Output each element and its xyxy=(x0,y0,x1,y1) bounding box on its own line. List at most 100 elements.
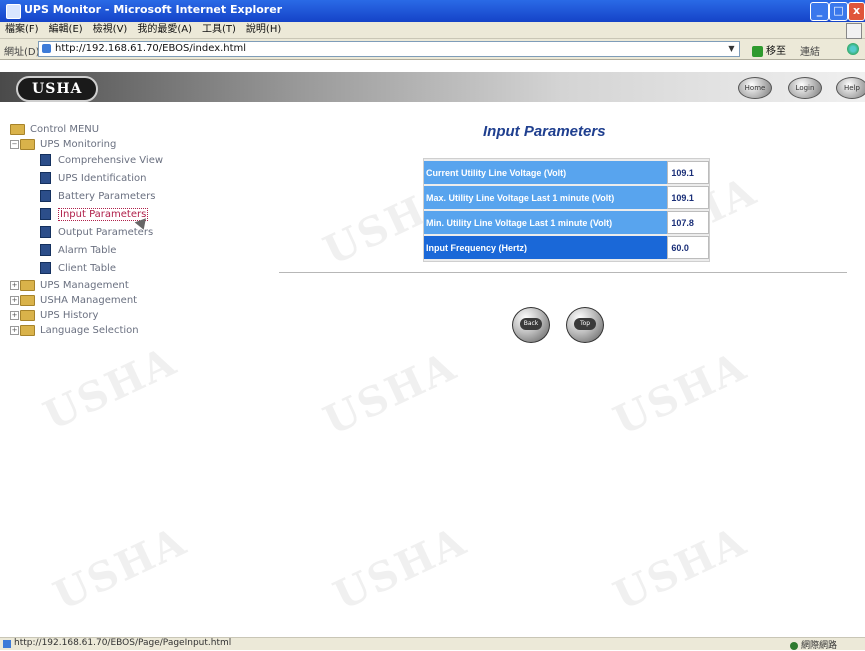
usha-watermark: USHA xyxy=(316,342,464,445)
input-parameters-table: Current Utility Line Voltage (Volt) 109.… xyxy=(423,158,710,262)
expand-icon[interactable]: + xyxy=(10,295,19,305)
zone-label: 網際網路 xyxy=(801,641,838,651)
help-icon: Help xyxy=(844,84,860,92)
menu-favorites[interactable]: 我的最愛(A) xyxy=(132,22,197,38)
tree-item-comprehensive-view[interactable]: Comprehensive View xyxy=(10,152,260,170)
tree-item-ups-identification[interactable]: UPS Identification xyxy=(10,170,260,188)
table-row: Min. Utility Line Voltage Last 1 minute … xyxy=(424,211,709,234)
folder-icon xyxy=(20,309,35,321)
tree-item-client-table[interactable]: Client Table xyxy=(10,260,260,278)
tree-group-ups-management[interactable]: + UPS Management xyxy=(10,278,260,293)
window-title: UPS Monitor - Microsoft Internet Explore… xyxy=(24,3,283,16)
tree-group-label: Language Selection xyxy=(40,325,139,336)
status-bar: http://192.168.61.70/EBOS/Page/PageInput… xyxy=(0,637,865,651)
param-label: Min. Utility Line Voltage Last 1 minute … xyxy=(424,211,668,234)
tree-item-label: UPS Identification xyxy=(58,173,147,184)
page-icon xyxy=(40,154,51,166)
folder-icon xyxy=(20,279,35,291)
tree-group-label: UPS Monitoring xyxy=(40,139,117,150)
param-value: 109.1 xyxy=(667,186,709,209)
page-banner: USHA Home Login Help xyxy=(0,72,865,102)
home-icon: Home xyxy=(744,84,766,92)
tree-item-label: Battery Parameters xyxy=(58,191,156,202)
param-value: 107.8 xyxy=(667,211,709,234)
usha-watermark: USHA xyxy=(606,342,754,445)
help-button[interactable]: Help xyxy=(836,77,865,99)
tree-group-label: UPS History xyxy=(40,310,99,321)
address-bar: 網址(D) http://192.168.61.70/EBOS/index.ht… xyxy=(0,39,865,60)
logo-text: USHA xyxy=(32,81,83,97)
close-button[interactable]: x xyxy=(848,2,865,21)
status-url: http://192.168.61.70/EBOS/Page/PageInput… xyxy=(14,638,232,648)
ie-app-icon xyxy=(6,4,21,19)
menu-help[interactable]: 說明(H) xyxy=(241,22,286,38)
table-row: Max. Utility Line Voltage Last 1 minute … xyxy=(424,186,709,209)
tree-item-alarm-table[interactable]: Alarm Table xyxy=(10,242,260,260)
page-icon xyxy=(40,226,51,238)
login-icon: Login xyxy=(795,84,815,92)
page-icon xyxy=(40,244,51,256)
back-button[interactable]: Back xyxy=(512,307,550,343)
security-zone: 網際網路 xyxy=(790,638,837,651)
login-button[interactable]: Login xyxy=(788,77,822,99)
top-icon: Top xyxy=(574,318,596,330)
page-icon xyxy=(40,208,51,220)
menu-file[interactable]: 檔案(F) xyxy=(0,22,44,38)
tree-item-battery-parameters[interactable]: Battery Parameters xyxy=(10,188,260,206)
usha-watermark: USHA xyxy=(606,517,754,620)
tree-group-language-selection[interactable]: + Language Selection xyxy=(10,323,260,338)
expand-icon[interactable]: + xyxy=(10,325,19,335)
page-icon xyxy=(40,190,51,202)
folder-open-icon xyxy=(20,138,35,150)
usha-watermark: USHA xyxy=(36,337,184,440)
menu-tools[interactable]: 工具(T) xyxy=(197,22,241,38)
usha-watermark: USHA xyxy=(46,517,194,620)
toolbar-extension-icon[interactable] xyxy=(847,43,859,55)
menu-edit[interactable]: 編輯(E) xyxy=(44,22,88,38)
tree-group-ups-monitoring[interactable]: − UPS Monitoring xyxy=(10,137,260,152)
links-button[interactable]: 連結 xyxy=(800,43,820,58)
minimize-button[interactable]: _ xyxy=(810,2,829,21)
tree-item-label: Input Parameters xyxy=(58,208,149,221)
table-row: Current Utility Line Voltage (Volt) 109.… xyxy=(424,161,709,184)
maximize-button[interactable]: □ xyxy=(829,2,848,21)
folder-icon xyxy=(10,123,25,135)
param-label: Current Utility Line Voltage (Volt) xyxy=(424,161,668,184)
back-icon: Back xyxy=(520,318,542,330)
home-button[interactable]: Home xyxy=(738,77,772,99)
address-input[interactable]: http://192.168.61.70/EBOS/index.html ▼ xyxy=(38,41,740,57)
tree-group-usha-management[interactable]: + USHA Management xyxy=(10,293,260,308)
expand-icon[interactable]: + xyxy=(10,280,19,290)
windows-logo-icon xyxy=(846,23,862,39)
address-url: http://192.168.61.70/EBOS/index.html xyxy=(55,43,247,54)
menu-bar: 檔案(F) 編輯(E) 檢視(V) 我的最愛(A) 工具(T) 說明(H) xyxy=(0,22,865,39)
go-label: 移至 xyxy=(766,46,786,57)
tree-item-label: Comprehensive View xyxy=(58,155,164,166)
folder-icon xyxy=(20,294,35,306)
tree-group-label: USHA Management xyxy=(40,295,138,306)
table-row: Input Frequency (Hertz) 60.0 xyxy=(424,236,709,259)
address-label: 網址(D) xyxy=(4,47,40,58)
page-title: Input Parameters xyxy=(483,123,606,140)
tree-group-label: UPS Management xyxy=(40,280,129,291)
page-icon xyxy=(3,640,11,648)
go-button[interactable]: 移至 xyxy=(752,42,786,57)
control-menu-tree: Control MENU − UPS Monitoring Comprehensi… xyxy=(10,122,260,338)
param-value: 109.1 xyxy=(667,161,709,184)
menu-view[interactable]: 檢視(V) xyxy=(88,22,133,38)
window-titlebar: UPS Monitor - Microsoft Internet Explore… xyxy=(0,0,865,22)
page-icon xyxy=(40,262,51,274)
chevron-down-icon[interactable]: ▼ xyxy=(726,43,737,54)
expand-icon[interactable]: + xyxy=(10,310,19,320)
param-label: Input Frequency (Hertz) xyxy=(424,236,668,259)
tree-item-output-parameters[interactable]: Output Parameters xyxy=(10,224,260,242)
page-icon xyxy=(40,172,51,184)
usha-logo: USHA xyxy=(16,76,99,102)
usha-watermark: USHA xyxy=(326,517,474,620)
top-button[interactable]: Top xyxy=(566,307,604,343)
collapse-icon[interactable]: − xyxy=(10,139,19,149)
go-arrow-icon xyxy=(752,45,763,57)
tree-group-ups-history[interactable]: + UPS History xyxy=(10,308,260,323)
tree-root[interactable]: Control MENU xyxy=(10,122,260,137)
page-icon xyxy=(42,44,51,53)
